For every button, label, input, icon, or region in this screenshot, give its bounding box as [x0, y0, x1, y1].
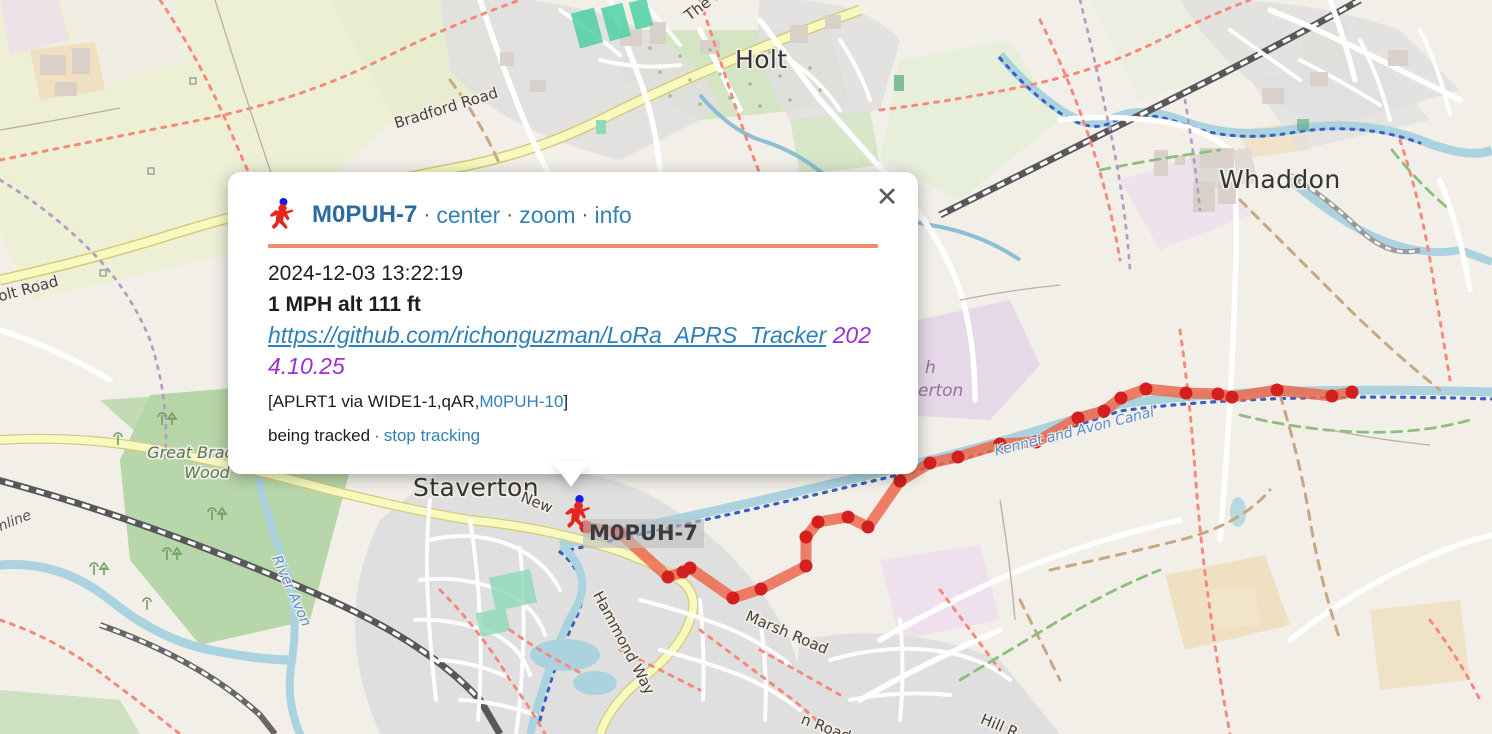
track-point[interactable]	[1071, 411, 1085, 425]
tracking-separator: ·	[374, 426, 380, 445]
header-separator-2: ·	[506, 203, 514, 226]
comment-line: https://github.com/richonguzman/LoRa_APR…	[268, 320, 878, 382]
track-point[interactable]	[993, 437, 1007, 451]
popup-header: M0PUH-7 · center · zoom · info	[268, 198, 878, 244]
popup-tail	[552, 461, 590, 487]
track-point[interactable]	[951, 450, 965, 464]
runner-icon	[565, 495, 590, 528]
track-point[interactable]	[726, 591, 740, 605]
stop-tracking-link[interactable]: stop tracking	[384, 426, 480, 445]
popup-callsign[interactable]: M0PUH-7	[312, 202, 417, 228]
packet-timestamp: 2024-12-03 13:22:19	[268, 262, 463, 285]
track-point[interactable]	[841, 510, 855, 524]
station-marker-runner-icon[interactable]	[564, 495, 594, 536]
telemetry-line: 1 MPH alt 111 ft	[268, 293, 421, 316]
tracking-status-row: being tracked · stop tracking	[268, 421, 878, 450]
station-label[interactable]: M0PUH-7	[583, 519, 704, 548]
track-point[interactable]	[1097, 404, 1111, 418]
aprs-map-page: Holt Whaddon Staverton Bradford Road The St o…	[0, 0, 1492, 734]
tracking-status-text: being tracked	[268, 426, 371, 445]
track-point[interactable]	[799, 559, 813, 573]
track-point[interactable]	[1139, 382, 1153, 396]
close-icon[interactable]: ✕	[870, 180, 904, 214]
track-point[interactable]	[1029, 435, 1043, 449]
track-point[interactable]	[754, 582, 768, 596]
path-prefix: [APLRT1 via WIDE1-1,qAR,	[268, 392, 480, 411]
track-point[interactable]	[683, 561, 697, 575]
popup-divider	[268, 244, 878, 248]
track-point[interactable]	[893, 474, 907, 488]
path-igate-link[interactable]: M0PUH-10	[479, 392, 563, 411]
station-popup: ✕ M0PUH-7 · center · zoom · info 2024-12…	[228, 172, 918, 474]
track-point[interactable]	[661, 570, 675, 584]
track-point[interactable]	[861, 520, 875, 534]
track-point[interactable]	[1114, 391, 1128, 405]
zoom-link[interactable]: zoom	[519, 202, 575, 228]
center-link[interactable]: center	[436, 202, 500, 228]
runner-icon	[269, 198, 294, 230]
track-point[interactable]	[799, 530, 813, 544]
comment-url-link[interactable]: https://github.com/richonguzman/LoRa_APR…	[268, 322, 826, 348]
track-point[interactable]	[1211, 387, 1225, 401]
header-separator-3: ·	[581, 203, 589, 226]
track-point[interactable]	[1179, 386, 1193, 400]
digipeater-path: [APLRT1 via WIDE1-1,qAR,M0PUH-10]	[268, 386, 878, 417]
track-point[interactable]	[1345, 385, 1359, 399]
track-point[interactable]	[1325, 389, 1339, 403]
track-point[interactable]	[811, 515, 825, 529]
track-point[interactable]	[1225, 390, 1239, 404]
header-separator-1: ·	[423, 203, 431, 226]
path-suffix: ]	[563, 392, 569, 411]
track-point[interactable]	[923, 456, 937, 470]
info-link[interactable]: info	[595, 202, 632, 228]
track-point[interactable]	[1270, 383, 1284, 397]
